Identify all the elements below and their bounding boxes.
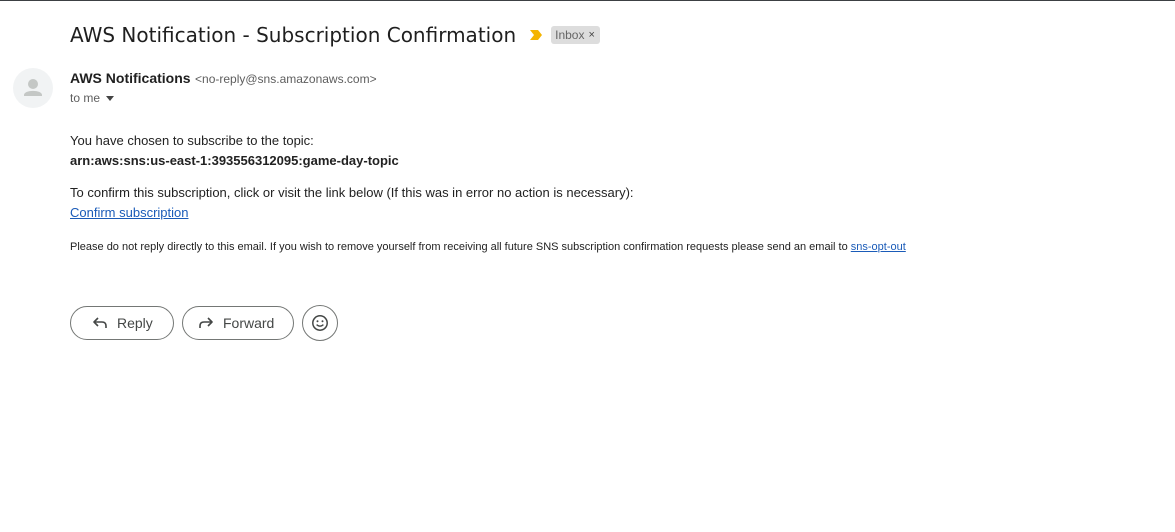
email-body: You have chosen to subscribe to the topi… [70, 131, 1120, 255]
caret-down-icon [106, 95, 115, 101]
body-intro: You have chosen to subscribe to the topi… [70, 133, 314, 148]
fine-print-text: Please do not reply directly to this ema… [70, 241, 848, 253]
recipient-details-toggle[interactable]: to me [70, 91, 115, 105]
avatar[interactable] [13, 68, 53, 108]
subject-row: AWS Notification - Subscription Confirma… [70, 19, 600, 51]
body-instructions: To confirm this subscription, click or v… [70, 185, 634, 200]
topic-arn: arn:aws:sns:us-east-1:393556312095:game-… [70, 153, 399, 168]
person-icon [24, 79, 42, 96]
sender-name[interactable]: AWS Notifications [70, 70, 191, 86]
emoji-reaction-button[interactable] [302, 305, 338, 341]
confirm-subscription-link[interactable]: Confirm subscription [70, 205, 189, 220]
reply-arrow-icon [91, 314, 109, 332]
message-actions: Reply Forward [70, 305, 338, 341]
fine-print: Please do not reply directly to this ema… [70, 239, 1120, 255]
smiley-icon [311, 314, 329, 332]
remove-label-icon[interactable]: × [588, 29, 594, 41]
forward-arrow-icon [197, 314, 215, 332]
important-marker-icon[interactable] [528, 28, 544, 42]
forward-button[interactable]: Forward [182, 306, 294, 340]
reply-button[interactable]: Reply [70, 306, 174, 340]
sender-email: <no-reply@sns.amazonaws.com> [195, 72, 377, 86]
reply-label: Reply [117, 315, 153, 331]
forward-label: Forward [223, 315, 275, 331]
email-subject: AWS Notification - Subscription Confirma… [70, 23, 517, 47]
label-chip-inbox[interactable]: Inbox × [551, 26, 600, 44]
top-divider [0, 0, 1175, 1]
sender-row: AWS Notifications <no-reply@sns.amazonaw… [70, 70, 377, 88]
recipient-text: to me [70, 91, 101, 105]
opt-out-link[interactable]: sns-opt-out [851, 241, 906, 253]
label-chip-text: Inbox [555, 28, 585, 42]
